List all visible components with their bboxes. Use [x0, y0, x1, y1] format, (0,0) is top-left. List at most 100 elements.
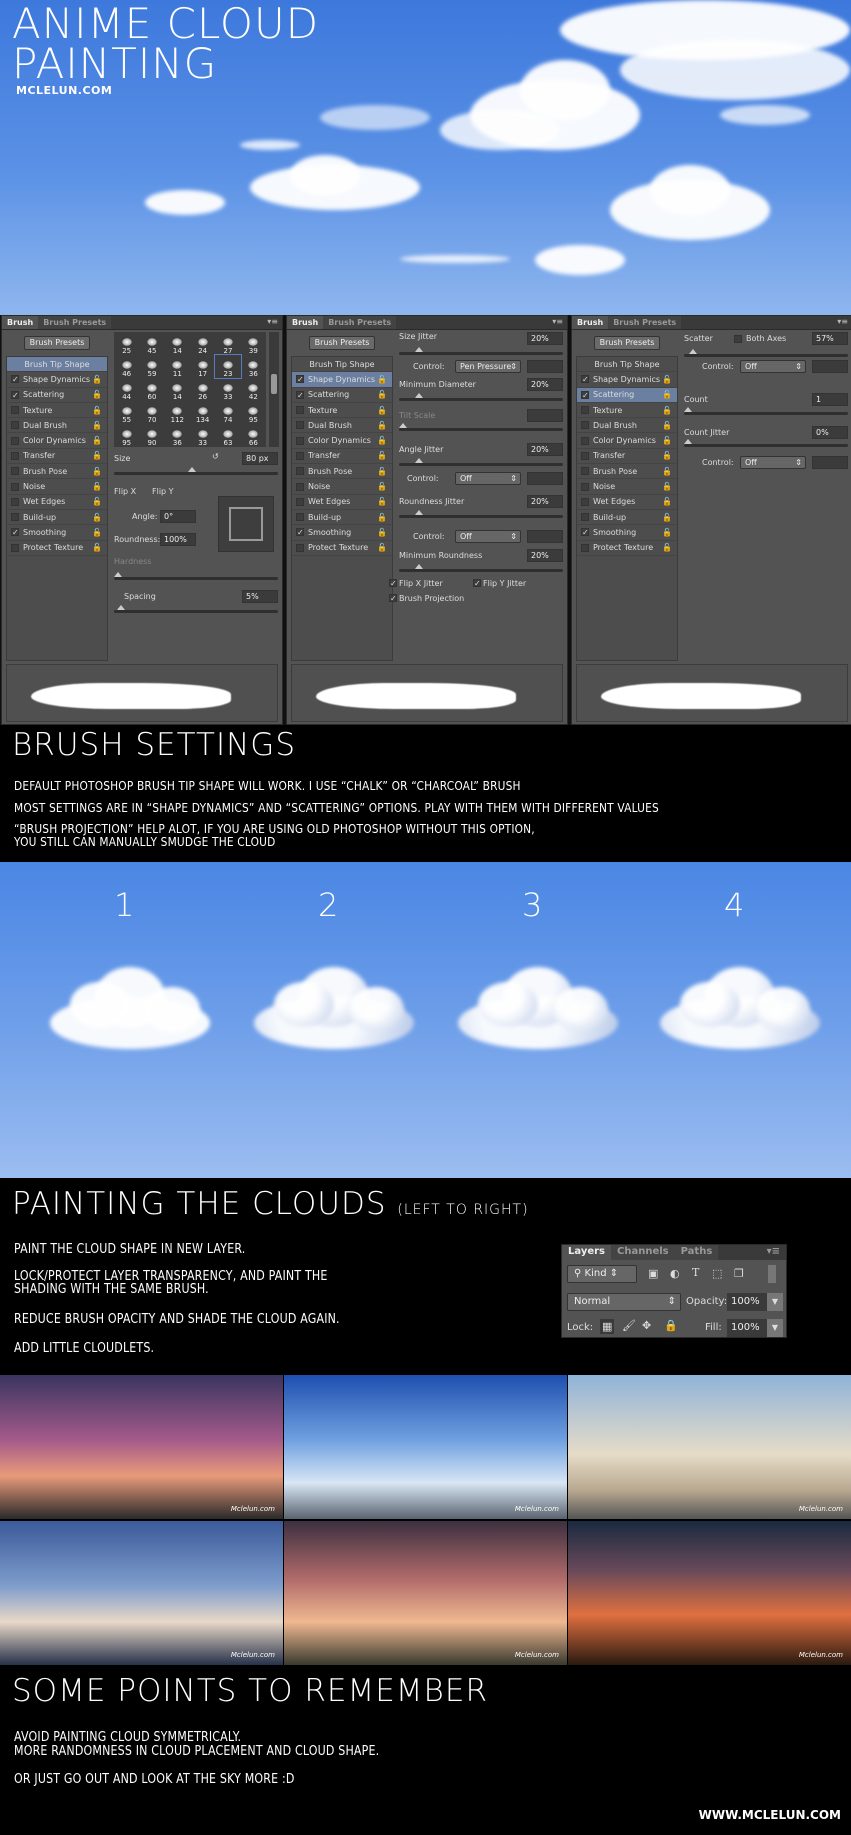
lock-all-icon[interactable]: 🔒 [664, 1319, 678, 1332]
lock-icon[interactable]: 🔓 [92, 513, 102, 522]
brush-tip-cell[interactable]: 74 [215, 401, 240, 424]
roundness-jitter-slider[interactable] [399, 510, 563, 518]
brush-option-color-dynamics[interactable]: Color Dynamics 🔓 [577, 433, 677, 449]
brush-option-transfer[interactable]: Transfer 🔓 [7, 449, 107, 465]
brush-tip-cell[interactable]: 25 [114, 332, 139, 355]
checkbox[interactable] [581, 482, 589, 491]
tab-brush[interactable]: Brush [2, 316, 39, 329]
count-slider[interactable] [684, 407, 848, 415]
lock-icon[interactable]: 🔓 [662, 513, 672, 522]
count-jitter-slider[interactable] [684, 439, 848, 447]
brush-tip-cell[interactable]: 134 [190, 401, 215, 424]
brush-tip-cell[interactable]: 17 [190, 355, 215, 378]
lock-icon[interactable]: 🔓 [662, 390, 672, 399]
checkbox[interactable]: ✓ [296, 375, 304, 384]
brush-option-build-up[interactable]: Build-up 🔓 [292, 510, 392, 526]
brush-tip-cell[interactable]: 95 [241, 401, 266, 424]
lock-icon[interactable]: 🔓 [377, 482, 387, 491]
brush-option-noise[interactable]: Noise 🔓 [577, 479, 677, 495]
lock-icon[interactable]: 🔓 [662, 467, 672, 476]
tilt-scale-slider[interactable] [399, 423, 563, 431]
brush-option-color-dynamics[interactable]: Color Dynamics 🔓 [7, 433, 107, 449]
brush-tip-cell[interactable]: 23 [214, 354, 242, 379]
brush-option-brush-tip-shape[interactable]: Brush Tip Shape [577, 357, 677, 373]
brush-tip-cell[interactable]: 33 [190, 424, 215, 447]
checkbox[interactable] [296, 497, 304, 506]
brush-option-scattering[interactable]: ✓ Scattering 🔓 [7, 388, 107, 403]
angle-field[interactable]: 0° [160, 510, 196, 523]
panel-menu-icon[interactable]: ▾≡ [263, 316, 282, 329]
brush-presets-button[interactable]: Brush Presets [309, 336, 375, 350]
brush-option-protect-texture[interactable]: Protect Texture 🔓 [292, 541, 392, 556]
brush-option-scattering[interactable]: ✓ Scattering 🔓 [577, 387, 677, 403]
brush-option-shape-dynamics[interactable]: ✓ Shape Dynamics 🔓 [292, 372, 392, 388]
size-jitter-field[interactable]: 20% [527, 332, 563, 345]
smart-object-filter-icon[interactable]: ❐ [734, 1267, 744, 1280]
slider-thumb[interactable] [399, 423, 407, 428]
lock-icon[interactable]: 🔓 [662, 375, 672, 384]
lock-icon[interactable]: 🔓 [92, 375, 102, 384]
brush-option-transfer[interactable]: Transfer 🔓 [292, 449, 392, 465]
tab-brush[interactable]: Brush [572, 316, 609, 329]
slider-thumb[interactable] [415, 458, 424, 463]
count-control-dropdown[interactable]: Off ⇕ [740, 456, 806, 469]
checkbox[interactable] [11, 421, 19, 430]
brush-tip-cell[interactable]: 24 [190, 332, 215, 355]
size-control-dropdown[interactable]: Pen Pressure ⇕ [455, 360, 521, 373]
brush-option-smoothing[interactable]: ✓ Smoothing 🔓 [577, 525, 677, 541]
brush-option-dual-brush[interactable]: Dual Brush 🔓 [292, 418, 392, 434]
checkbox[interactable]: ✓ [473, 579, 481, 588]
angle-control-dropdown[interactable]: Off ⇕ [455, 472, 521, 485]
brush-tip-cell[interactable]: 55 [114, 401, 139, 424]
hardness-slider[interactable] [114, 572, 278, 580]
slider-thumb[interactable] [688, 349, 697, 354]
lock-icon[interactable]: 🔓 [662, 543, 672, 552]
fill-dropdown-icon[interactable]: ▼ [767, 1319, 783, 1337]
checkbox[interactable]: ✓ [296, 390, 304, 399]
checkbox[interactable] [581, 436, 589, 445]
lock-icon[interactable]: 🔓 [662, 406, 672, 415]
lock-icon[interactable]: 🔓 [377, 421, 387, 430]
tab-channels[interactable]: Channels [611, 1245, 675, 1260]
lock-icon[interactable]: 🔓 [92, 436, 102, 445]
brush-option-wet-edges[interactable]: Wet Edges 🔓 [577, 495, 677, 510]
lock-icon[interactable]: 🔓 [377, 543, 387, 552]
tab-brush[interactable]: Brush [287, 316, 324, 329]
minimum-diameter-field[interactable]: 20% [527, 378, 563, 391]
opacity-field[interactable]: 100% [727, 1293, 767, 1311]
reset-size-icon[interactable]: ↺ [212, 452, 219, 461]
brush-tip-cell[interactable]: 36 [241, 355, 266, 378]
count-jitter-field[interactable]: 0% [812, 426, 848, 439]
brush-tip-cell[interactable]: 45 [139, 332, 164, 355]
lock-icon[interactable]: 🔓 [92, 406, 102, 415]
brush-tip-cell[interactable]: 90 [139, 424, 164, 447]
spacing-slider[interactable] [114, 605, 278, 613]
brush-option-shape-dynamics[interactable]: ✓ Shape Dynamics 🔓 [577, 372, 677, 388]
checkbox[interactable] [296, 421, 304, 430]
checkbox[interactable] [296, 451, 304, 460]
slider-thumb[interactable] [187, 467, 196, 472]
checkbox[interactable]: ✓ [581, 390, 589, 399]
brush-option-transfer[interactable]: Transfer 🔓 [577, 449, 677, 465]
brush-grid-scrollbar[interactable] [269, 332, 279, 447]
slider-thumb[interactable] [415, 393, 424, 398]
tab-brush-presets[interactable]: Brush Presets [38, 316, 112, 329]
lock-icon[interactable]: 🔓 [377, 451, 387, 460]
shape-filter-icon[interactable]: ⬚ [712, 1267, 722, 1280]
brush-option-color-dynamics[interactable]: Color Dynamics 🔓 [292, 433, 392, 449]
brush-option-brush-tip-shape[interactable]: Brush Tip Shape [7, 357, 107, 373]
checkbox[interactable]: ✓ [389, 579, 397, 588]
lock-icon[interactable]: 🔓 [662, 421, 672, 430]
spacing-field[interactable]: 5% [242, 590, 278, 603]
brush-option-protect-texture[interactable]: Protect Texture 🔓 [577, 541, 677, 556]
brush-option-brush-tip-shape[interactable]: Brush Tip Shape [292, 357, 392, 373]
tab-brush-presets[interactable]: Brush Presets [608, 316, 682, 329]
checkbox[interactable] [296, 467, 304, 476]
checkbox[interactable] [11, 497, 19, 506]
size-slider[interactable] [114, 467, 278, 475]
type-filter-icon[interactable]: T [692, 1266, 699, 1279]
checkbox[interactable]: ✓ [296, 528, 304, 537]
brush-option-dual-brush[interactable]: Dual Brush 🔓 [7, 418, 107, 434]
brush-tip-cell[interactable]: 66 [241, 424, 266, 447]
brush-tip-cell[interactable]: 36 [165, 424, 190, 447]
